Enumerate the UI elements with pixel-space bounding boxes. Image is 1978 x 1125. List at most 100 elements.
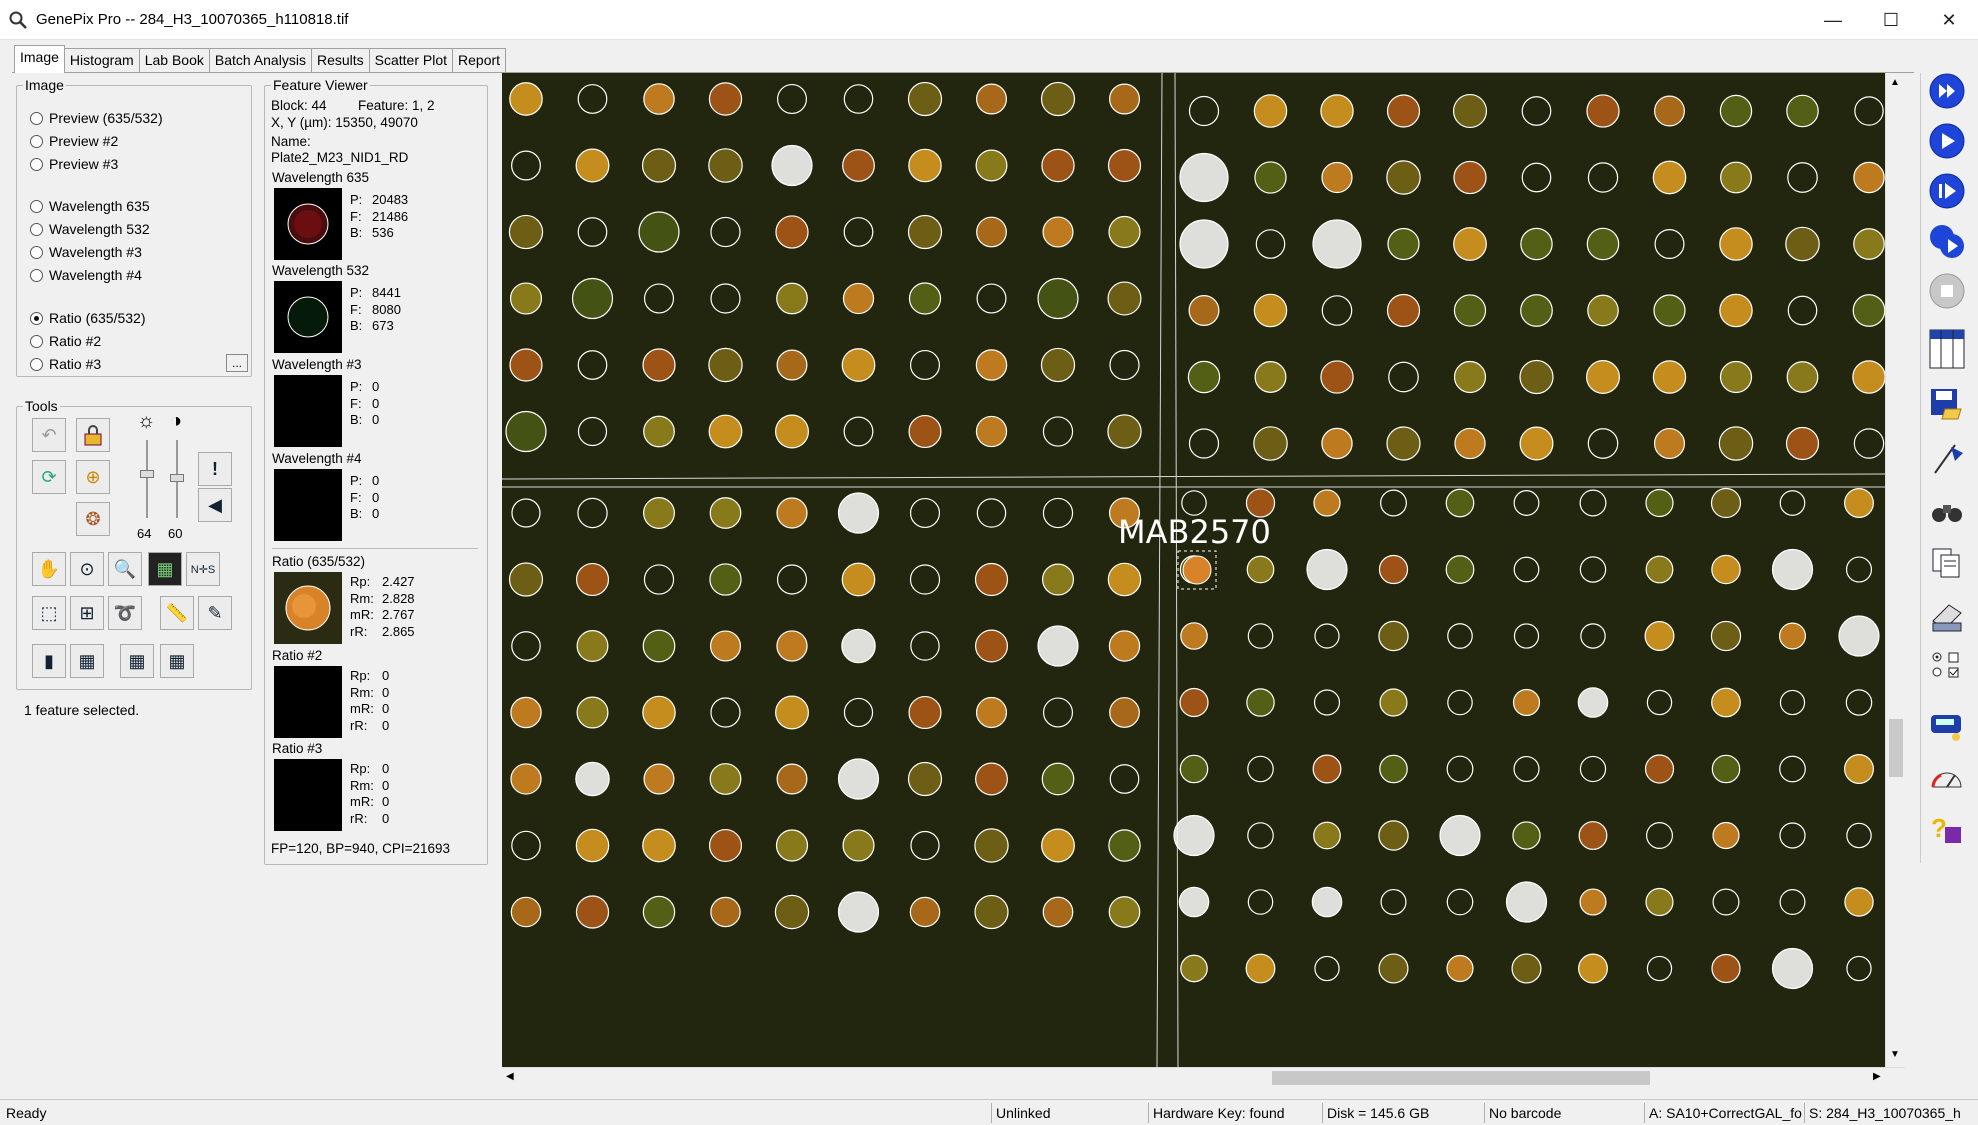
wavelength-stat-b: B: 0	[350, 412, 379, 429]
block-tool[interactable]: ▮	[32, 644, 66, 678]
multi-scan-button[interactable]	[1926, 220, 1968, 262]
image-option-radio[interactable]: Ratio #2	[30, 333, 101, 349]
array-spot	[1771, 548, 1814, 591]
array-spot	[1107, 414, 1142, 449]
radio-indicator[interactable]	[30, 268, 43, 282]
radio-indicator[interactable]	[30, 334, 43, 348]
radio-indicator[interactable]	[30, 134, 43, 148]
radio-check-options-icon[interactable]	[1926, 644, 1968, 686]
contrast-slider[interactable]	[170, 440, 184, 518]
radio-indicator[interactable]	[30, 357, 43, 371]
lasso-tool[interactable]: ➰	[108, 596, 142, 630]
tab-results[interactable]: Results	[310, 48, 370, 72]
radio-indicator[interactable]	[30, 245, 43, 259]
tab-batch-analysis[interactable]: Batch Analysis	[208, 48, 312, 72]
palette-tool[interactable]: ❂	[76, 502, 110, 536]
microarray-image-viewer[interactable]: MAB2570	[502, 73, 1885, 1067]
zoom-target-tool[interactable]: ⊙	[70, 552, 104, 586]
maximize-button[interactable]: ☐	[1862, 0, 1920, 40]
array-spot	[577, 350, 608, 380]
image-option-radio[interactable]: Preview #2	[30, 133, 118, 149]
select-tool[interactable]: ⬚	[32, 596, 66, 630]
undo-button[interactable]: ↶	[32, 418, 66, 452]
rotate-tool[interactable]: ⟳	[32, 460, 66, 494]
binoculars-icon[interactable]	[1926, 490, 1968, 532]
horizontal-scrollbar[interactable]: ◀ ▶	[502, 1067, 1905, 1087]
step-scan-button[interactable]	[1926, 170, 1968, 212]
close-button[interactable]: ✕	[1920, 0, 1978, 40]
array-spot	[1513, 755, 1540, 783]
array-spot	[1453, 160, 1487, 195]
radio-indicator[interactable]	[30, 111, 43, 125]
lock-icon[interactable]	[76, 418, 110, 452]
array-spot	[842, 282, 875, 315]
block-grid-edit-tool[interactable]: ▦	[160, 644, 194, 678]
minimize-button[interactable]: —	[1804, 0, 1862, 40]
play-scan-button[interactable]	[1926, 120, 1968, 162]
array-spot	[1645, 887, 1674, 917]
brightness-slider[interactable]	[140, 440, 154, 518]
status-settings: A: SA10+CorrectGAL_for	[1644, 1103, 1802, 1123]
image-option-radio[interactable]: Preview #3	[30, 156, 118, 172]
wavelength-thumbnail	[274, 281, 342, 353]
array-spot	[1037, 277, 1079, 320]
image-option-radio[interactable]: Preview (635/532)	[30, 110, 163, 126]
vertical-scroll-thumb[interactable]	[1889, 719, 1903, 777]
horizontal-scroll-thumb[interactable]	[1272, 1071, 1650, 1085]
scroll-up-arrow[interactable]: ▲	[1890, 77, 1900, 88]
image-option-radio[interactable]: Wavelength #4	[30, 267, 142, 283]
array-spot	[1388, 361, 1419, 393]
add-feature-tool[interactable]: ⊞	[70, 596, 104, 630]
tab-histogram[interactable]: Histogram	[63, 48, 140, 72]
hardware-icon[interactable]	[1926, 704, 1968, 746]
alert-button[interactable]: !	[198, 452, 232, 486]
tab-scatter-plot[interactable]: Scatter Plot	[368, 48, 454, 72]
block-grid-add-tool[interactable]: ▦	[120, 644, 154, 678]
microarray-canvas[interactable]: MAB2570	[502, 73, 1885, 1067]
stop-scan-button[interactable]	[1926, 270, 1968, 312]
block-grid-tool[interactable]: ▦	[70, 644, 104, 678]
grid-calc-tool[interactable]: ▦	[148, 552, 182, 586]
scroll-right-arrow[interactable]: ▶	[1873, 1071, 1881, 1082]
array-spot	[1188, 95, 1220, 127]
radio-indicator[interactable]	[30, 157, 43, 171]
image-option-radio[interactable]: Wavelength 635	[30, 198, 150, 214]
pencil-tool[interactable]: ✎	[198, 596, 232, 630]
array-spot	[511, 830, 541, 861]
more-options-button[interactable]: ...	[226, 354, 248, 372]
array-spot	[643, 564, 675, 595]
radio-indicator[interactable]	[30, 311, 43, 325]
radio-indicator[interactable]	[30, 222, 43, 236]
hand-pan-tool[interactable]: ✋	[32, 552, 66, 586]
copy-document-icon[interactable]	[1926, 542, 1968, 584]
scroll-left-arrow[interactable]: ◀	[506, 1071, 514, 1082]
flag-icon[interactable]	[1926, 436, 1968, 478]
array-spot	[575, 828, 610, 863]
block-boundary-line	[1156, 73, 1163, 1067]
image-option-radio[interactable]: Ratio (635/532)	[30, 310, 146, 326]
image-option-radio[interactable]: Wavelength 532	[30, 221, 150, 237]
tab-report[interactable]: Report	[452, 48, 507, 72]
array-spot	[1255, 229, 1286, 259]
scroll-down-arrow[interactable]: ▼	[1890, 1049, 1900, 1060]
array-spot	[509, 282, 543, 315]
tab-lab-book[interactable]: Lab Book	[138, 48, 210, 72]
image-option-radio[interactable]: Wavelength #3	[30, 244, 142, 260]
radio-indicator[interactable]	[30, 199, 43, 213]
save-icon[interactable]	[1926, 384, 1968, 426]
zoom-in-tool[interactable]: 🔍	[108, 552, 142, 586]
ruler-tool[interactable]: 📏	[160, 596, 194, 630]
abc-grid-icon[interactable]	[1926, 328, 1968, 370]
gauge-icon[interactable]	[1926, 756, 1968, 798]
left-arrow-button[interactable]: ◀	[198, 488, 232, 522]
scanner-icon[interactable]	[1926, 596, 1968, 638]
array-spot	[1779, 490, 1806, 516]
compass-tool[interactable]: N✛S	[186, 552, 220, 586]
image-option-radio[interactable]: Ratio #3	[30, 356, 101, 372]
center-target-tool[interactable]: ⊕	[76, 460, 110, 494]
help-icon[interactable]: ?	[1926, 808, 1968, 850]
fast-forward-scan-button[interactable]	[1926, 70, 1968, 112]
tab-image[interactable]: Image	[14, 45, 65, 73]
array-spot	[509, 82, 543, 116]
vertical-scrollbar[interactable]: ▲ ▼	[1885, 73, 1905, 1067]
